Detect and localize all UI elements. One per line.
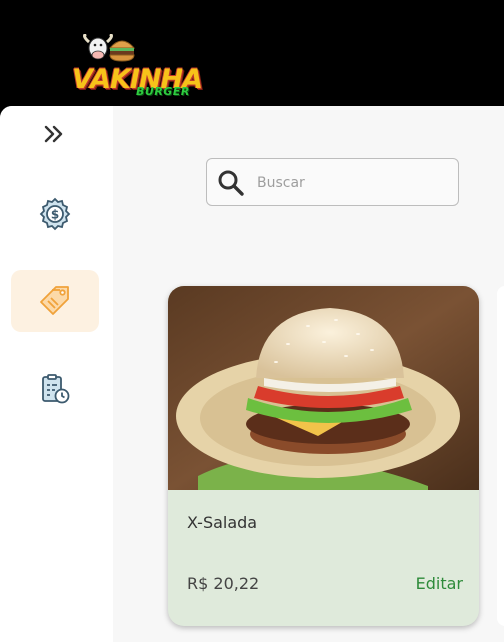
payment-gear-icon: $ xyxy=(39,197,71,231)
search-box[interactable] xyxy=(206,158,459,206)
search-icon xyxy=(218,170,244,196)
sidebar-item-orders[interactable] xyxy=(11,358,99,420)
logo-subtext: BURGER xyxy=(136,85,190,98)
sidebar: $ xyxy=(0,106,113,642)
main-shell: $ Buscar X-Salada R$ 20,22 Editar xyxy=(0,106,504,642)
product-name: X-Salada xyxy=(187,513,258,532)
search-input[interactable] xyxy=(255,167,449,199)
app-header: VAKINHA BURGER xyxy=(0,0,504,106)
svg-text:$: $ xyxy=(51,208,59,222)
order-history-icon xyxy=(42,374,70,404)
expand-sidebar-button[interactable] xyxy=(38,118,70,150)
burger-photo xyxy=(168,286,479,490)
product-tag-icon xyxy=(40,286,69,315)
vakinha-burger-logo: VAKINHA BURGER xyxy=(70,34,203,100)
sidebar-item-payment[interactable]: $ xyxy=(11,183,99,245)
product-card[interactable]: X-Salada R$ 20,22 Editar xyxy=(168,286,479,626)
next-product-card-edge xyxy=(497,286,504,626)
edit-product-button[interactable]: Editar xyxy=(416,574,463,593)
chevrons-right-icon xyxy=(44,125,63,143)
sidebar-item-products[interactable] xyxy=(11,270,99,332)
product-price: R$ 20,22 xyxy=(187,574,260,593)
